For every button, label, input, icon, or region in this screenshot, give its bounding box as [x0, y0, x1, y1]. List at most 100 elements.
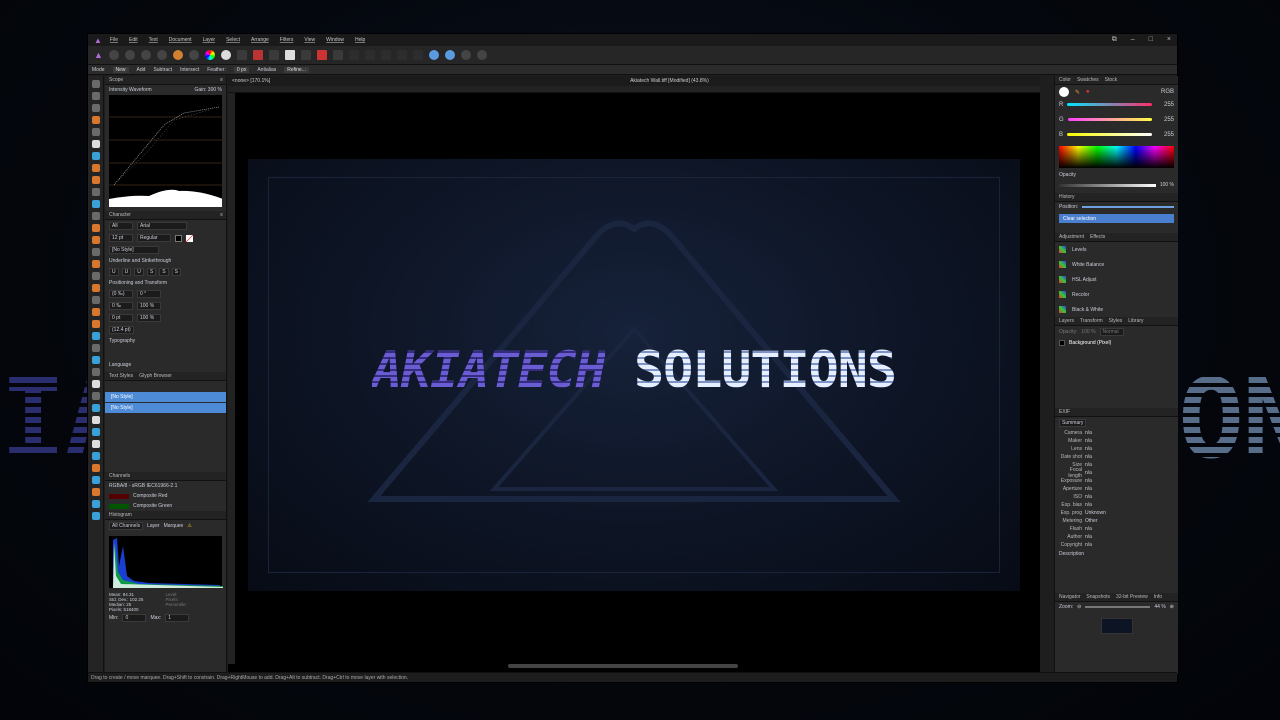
burn-tool-icon[interactable] — [91, 236, 100, 244]
crop-tool-icon[interactable] — [91, 104, 100, 112]
distribute-icon[interactable] — [380, 50, 391, 60]
double-underline-button[interactable]: U — [121, 268, 132, 276]
leading-input[interactable]: (12.4 pt) — [109, 326, 134, 334]
info-tab[interactable]: Info — [1154, 594, 1162, 600]
styles-tab[interactable]: Styles — [1109, 318, 1123, 324]
text-tool-icon[interactable] — [91, 392, 100, 400]
healing-brush-icon[interactable] — [91, 320, 100, 328]
restore-window-icon[interactable]: ⧉ — [1112, 36, 1117, 44]
color-spectrum[interactable] — [1059, 146, 1174, 168]
menu-filters[interactable]: Filters — [280, 37, 294, 43]
view-tool-icon[interactable] — [172, 50, 183, 60]
auto-levels-icon[interactable] — [188, 50, 199, 60]
force-pixel-icon[interactable] — [444, 50, 455, 60]
menu-arrange[interactable]: Arrange — [251, 37, 269, 43]
auto-color-icon[interactable] — [204, 50, 215, 60]
flood-fill-icon[interactable] — [91, 200, 100, 208]
layers-tab[interactable]: Layers — [1059, 318, 1074, 324]
persona-tone-mapping-icon[interactable] — [140, 50, 151, 60]
fill-color-circle-icon[interactable] — [1059, 87, 1069, 97]
min-input[interactable]: 0 — [122, 614, 147, 622]
adjustment-recolor[interactable]: Recolor — [1055, 287, 1178, 302]
studio-icon[interactable] — [476, 50, 487, 60]
quick-mask-icon[interactable] — [284, 50, 295, 60]
dodge-tool-icon[interactable] — [91, 224, 100, 232]
channel-red[interactable]: Composite Red — [133, 493, 167, 499]
deselect-icon[interactable] — [252, 50, 263, 60]
scope-tab[interactable]: Scope ≡ — [105, 76, 226, 85]
align-center-icon[interactable] — [364, 50, 375, 60]
menu-layer[interactable]: Layer — [203, 37, 216, 43]
group-icon[interactable] — [412, 50, 423, 60]
flood-select-icon[interactable] — [91, 128, 100, 136]
adjustment-white-balance[interactable]: White Balance — [1055, 257, 1178, 272]
zoom-out-icon[interactable]: ⊖ — [1077, 604, 1081, 610]
layer-row[interactable]: Background (Pixel) — [1055, 338, 1178, 348]
refine-button[interactable]: Refine... — [284, 66, 309, 73]
text-color-swatch-icon[interactable] — [175, 234, 182, 242]
typography-section-header[interactable]: Typography — [105, 336, 226, 346]
strikethrough-color-button[interactable]: S — [171, 268, 181, 276]
channels-tab[interactable]: Channels — [105, 472, 226, 481]
text-style-item[interactable]: [No Style] — [105, 392, 226, 402]
tracking-input[interactable]: 0 ‰ — [109, 302, 133, 310]
document-tab[interactable]: <none> [170.1%] — [232, 78, 270, 84]
library-tab[interactable]: Library — [1128, 318, 1143, 324]
mesh-warp-icon[interactable] — [91, 440, 100, 448]
vertical-ruler[interactable] — [228, 93, 235, 664]
navigator-tab[interactable]: Navigator — [1059, 594, 1080, 600]
ellipse-tool-icon[interactable] — [91, 416, 100, 424]
vertical-scale-input[interactable]: 100 % — [137, 302, 161, 310]
adjustment-hsl[interactable]: HSL Adjust — [1055, 272, 1178, 287]
zoom-tool-icon[interactable] — [91, 464, 100, 472]
auto-white-balance-icon[interactable] — [220, 50, 231, 60]
scope-mode-select[interactable]: Intensity Waveform — [109, 87, 152, 93]
max-input[interactable]: 1 — [165, 614, 190, 622]
histogram-channel-select[interactable]: All Channels — [109, 522, 144, 530]
invert-selection-icon[interactable] — [268, 50, 279, 60]
mode-intersect[interactable]: Intersect — [180, 67, 199, 73]
swatches-tab[interactable]: Swatches — [1077, 77, 1099, 83]
align-icon[interactable] — [348, 50, 359, 60]
menu-window[interactable]: Window — [326, 37, 344, 43]
patch-tool-icon[interactable] — [91, 332, 100, 340]
menu-file[interactable]: File — [110, 37, 118, 43]
horizontal-scale-input[interactable]: 100 % — [137, 314, 161, 322]
persona-develop-icon[interactable] — [124, 50, 135, 60]
histogram-layer-option[interactable]: Layer — [147, 523, 160, 529]
history-tab[interactable]: History — [1055, 193, 1178, 202]
refine-icon[interactable] — [300, 50, 311, 60]
marquee-tool-icon[interactable] — [91, 140, 100, 148]
red-eye-tool-icon[interactable] — [91, 356, 100, 364]
font-scope-select[interactable]: All — [109, 222, 133, 230]
document-canvas[interactable]: AKIATECH SOLUTIONS — [248, 159, 1020, 591]
arrange-icon[interactable] — [332, 50, 343, 60]
green-slider[interactable] — [1067, 118, 1152, 121]
blue-value[interactable]: 255 — [1164, 132, 1174, 138]
character-tab[interactable]: Character ≡ — [105, 211, 226, 220]
perspective-tool-icon[interactable] — [91, 452, 100, 460]
font-family-select[interactable]: Arial — [137, 222, 187, 230]
shear-input[interactable]: 0 ° — [137, 290, 161, 298]
text-styles-tab[interactable]: Text Styles — [109, 373, 133, 379]
minimize-icon[interactable]: – — [1131, 36, 1135, 44]
menu-document[interactable]: Document — [169, 37, 192, 43]
underline-color-button[interactable]: U — [134, 268, 144, 276]
persona-export-icon[interactable] — [156, 50, 167, 60]
view-tool-icon[interactable] — [91, 80, 100, 88]
opacity-value[interactable]: 100 % — [1160, 182, 1174, 188]
selection-brush-icon[interactable] — [91, 116, 100, 124]
snapshots-tab[interactable]: Snapshots — [1086, 594, 1110, 600]
eyedropper-icon[interactable]: ✎ — [1075, 89, 1080, 96]
font-size-input[interactable]: 12 pt — [109, 234, 133, 242]
zoom-in-icon[interactable]: ⊕ — [1170, 604, 1174, 610]
feather-input[interactable]: 0 px — [233, 66, 250, 73]
erase-tool-icon[interactable] — [91, 188, 100, 196]
pixel-tool-icon[interactable] — [91, 176, 100, 184]
inpainting-brush-icon[interactable] — [91, 308, 100, 316]
layer-opacity-value[interactable]: 100 % — [1081, 329, 1095, 335]
horizontal-scrollbar[interactable] — [508, 664, 738, 668]
kerning-input[interactable]: (0 ‰) — [109, 290, 133, 298]
rectangle-tool-icon[interactable] — [91, 404, 100, 412]
color-tab[interactable]: Color — [1059, 77, 1071, 83]
